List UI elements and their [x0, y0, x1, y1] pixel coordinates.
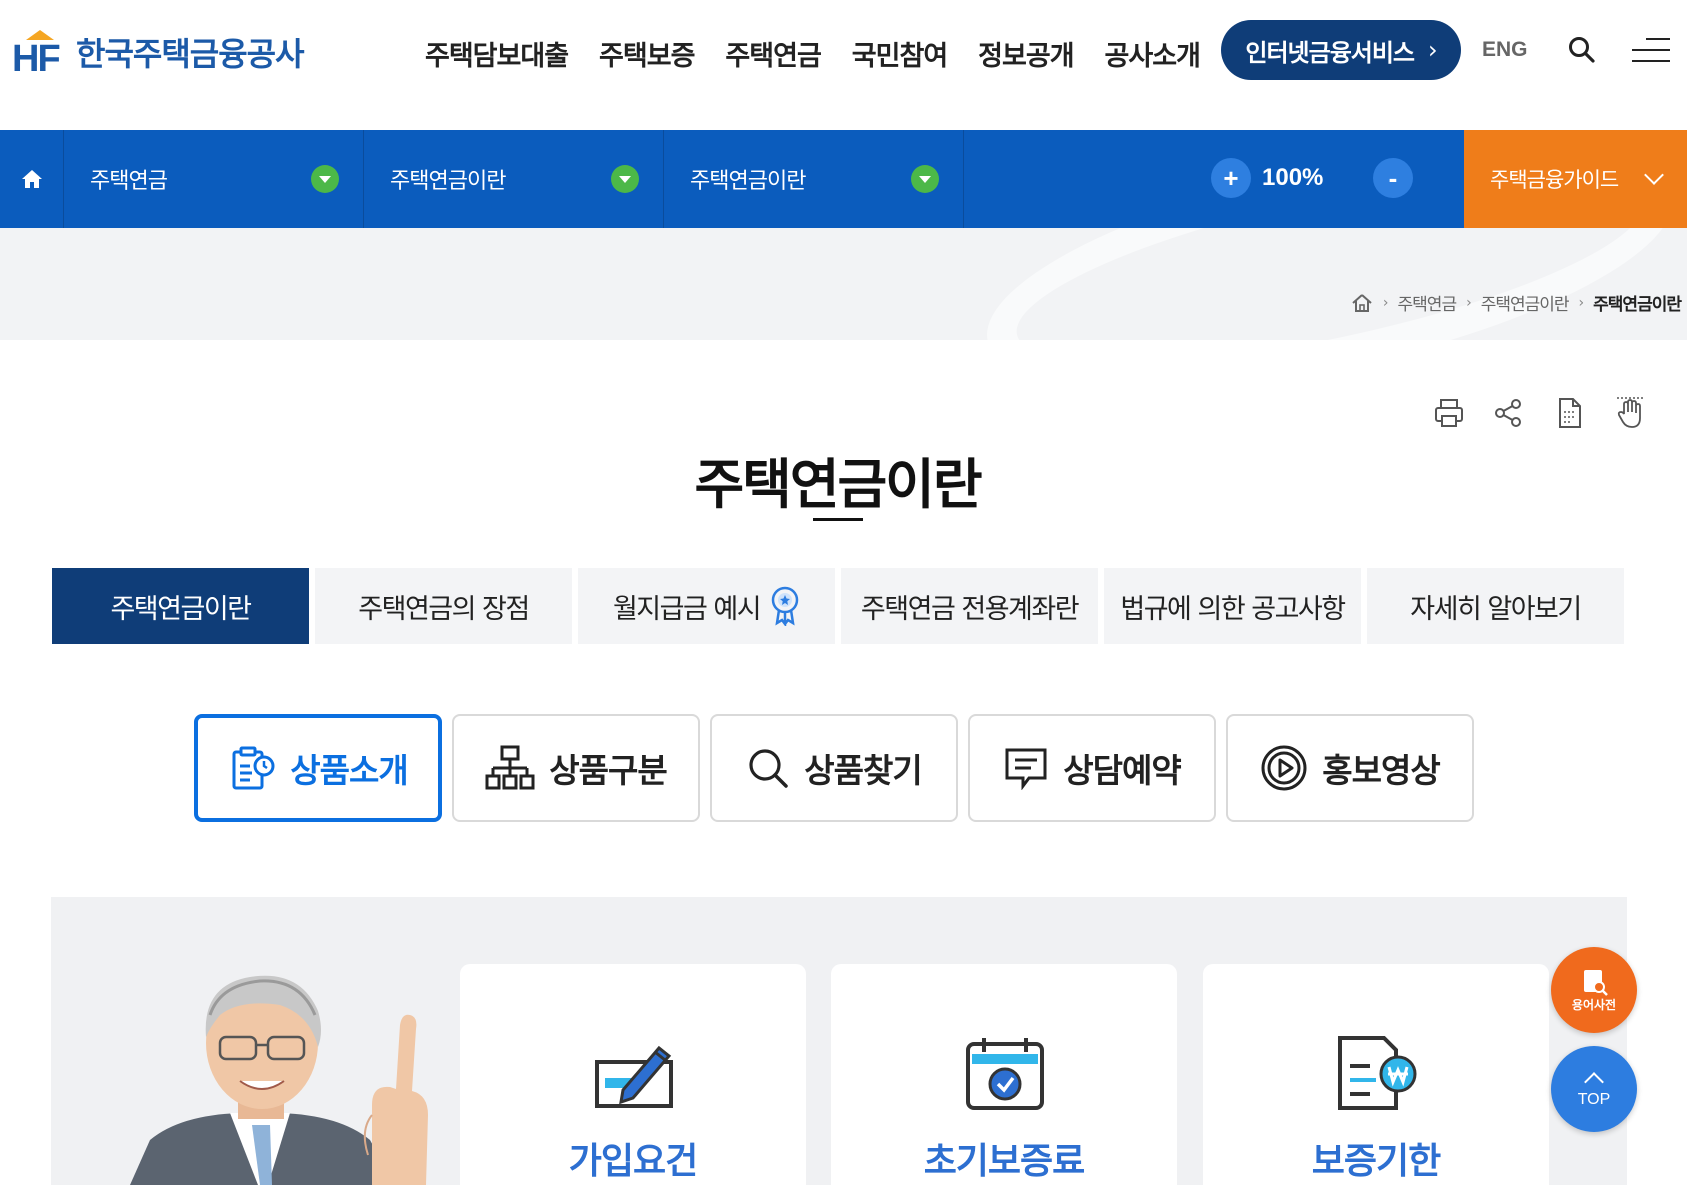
top-label: TOP [1577, 1091, 1611, 1108]
promo-video-button[interactable]: 홍보영상 [1226, 714, 1474, 822]
search-icon [749, 749, 789, 788]
product-intro-button[interactable]: 상품소개 [194, 714, 442, 822]
spokesperson-photo [130, 975, 428, 1185]
book-search-icon [1584, 969, 1608, 996]
chevron-down-icon [1644, 165, 1664, 185]
guide-label: 주택금융가이드 [1490, 168, 1619, 192]
scroll-top-button[interactable]: TOP [1551, 1046, 1637, 1132]
breadcrumb-item[interactable]: 주택연금 [1398, 290, 1458, 315]
breadcrumb-separator: › [1466, 294, 1472, 311]
tab-learn-more[interactable]: 자세히 알아보기 [1367, 568, 1624, 644]
print-icon[interactable] [1432, 396, 1466, 430]
housing-finance-guide-dropdown[interactable]: 주택금융가이드 [1464, 130, 1687, 228]
internet-service-button[interactable]: 인터넷금융서비스 › [1221, 20, 1461, 80]
depth3-dropdown[interactable]: 주택연금이란 [664, 130, 964, 228]
content-tabs: 주택연금이란 주택연금의 장점 월지급금 예시 주택연금 전용계좌란 법규에 의… [52, 568, 1624, 644]
location-bar: 주택연금 주택연금이란 주택연금이란 [0, 130, 1687, 228]
pen-document-icon [595, 1045, 673, 1108]
document-won-icon [1338, 1036, 1417, 1110]
card-guarantee-period[interactable]: 보증기한 [1203, 964, 1549, 1185]
chevron-right-icon: › [1428, 36, 1438, 64]
main-nav: 주택담보대출 주택보증 주택연금 국민참여 정보공개 공사소개 [425, 34, 1201, 73]
tab-dedicated-account[interactable]: 주택연금 전용계좌란 [841, 568, 1098, 644]
page-title: 주택연금이란 [694, 453, 982, 516]
nav-item-participation[interactable]: 국민참여 [852, 34, 948, 73]
glossary-label: 용어사전 [1571, 997, 1617, 1012]
breadcrumb-separator: › [1382, 294, 1389, 311]
nav-item-mortgage[interactable]: 주택담보대출 [425, 34, 569, 73]
depth2-dropdown[interactable]: 주택연금이란 [364, 130, 664, 228]
search-icon[interactable] [1568, 36, 1596, 64]
nav-item-guarantee[interactable]: 주택보증 [599, 34, 695, 73]
site-header: HF 한국주택금융공사 주택담보대출 주택보증 주택연금 국민참여 정보공개 공… [0, 0, 1687, 130]
message-icon [1005, 748, 1047, 790]
tab-advantages[interactable]: 주택연금의 장점 [315, 568, 572, 644]
depth1-dropdown[interactable]: 주택연금 [64, 130, 364, 228]
home-icon [21, 170, 42, 188]
sub-label: 상담예약 [1063, 751, 1181, 790]
document-clock-icon [232, 746, 275, 790]
hf-logo-mark: HF [12, 28, 66, 80]
sitemap-icon [485, 745, 535, 790]
tab-legal-notice[interactable]: 법규에 의한 공고사항 [1104, 568, 1361, 644]
nav-item-about[interactable]: 공사소개 [1105, 34, 1201, 73]
internet-service-label: 인터넷금융서비스 [1245, 38, 1415, 67]
breadcrumb-item[interactable]: 주택연금이란 [1481, 290, 1570, 315]
depth1-label: 주택연금 [90, 169, 168, 194]
depth2-label: 주택연금이란 [390, 169, 506, 194]
card-eligibility[interactable]: 가입요건 [460, 964, 806, 1185]
dropdown-arrow-icon [611, 165, 639, 193]
breadcrumb-current: 주택연금이란 [1593, 295, 1682, 315]
nav-item-pension[interactable]: 주택연금 [725, 34, 821, 73]
breadcrumb-band [0, 228, 1687, 340]
language-english-link[interactable]: ENG [1482, 38, 1528, 62]
site-logo[interactable]: HF 한국주택금융공사 [12, 28, 305, 80]
breadcrumb-separator: › [1578, 294, 1585, 311]
nav-item-disclosure[interactable]: 정보공개 [978, 34, 1074, 73]
sub-label: 상품찾기 [804, 751, 922, 790]
home-button[interactable] [0, 130, 64, 228]
share-icon[interactable] [1491, 396, 1525, 430]
zoom-in-button[interactable]: + [1211, 158, 1251, 198]
sub-label: 상품소개 [290, 751, 408, 790]
consultation-booking-button[interactable]: 상담예약 [968, 714, 1216, 822]
glossary-button[interactable]: 용어사전 [1551, 947, 1637, 1033]
tab-monthly-payment-example[interactable]: 월지급금 예시 [578, 568, 835, 644]
chevron-up-icon [1584, 1072, 1604, 1092]
zoom-level: 100% [1262, 164, 1324, 191]
award-badge-icon [771, 586, 799, 626]
play-circle-icon [1261, 745, 1307, 791]
logo-text: 한국주택금융공사 [76, 35, 305, 73]
tab-label: 월지급금 예시 [612, 593, 762, 625]
card-initial-fee[interactable]: 초기보증료 [831, 964, 1177, 1185]
sub-label: 홍보영상 [1322, 751, 1440, 790]
product-category-button[interactable]: 상품구분 [452, 714, 700, 822]
card-title: 가입요건 [568, 1141, 698, 1182]
sub-label: 상품구분 [549, 751, 667, 790]
card-title: 보증기한 [1311, 1141, 1441, 1182]
document-copy-icon[interactable] [1553, 396, 1587, 430]
touch-hand-icon[interactable] [1613, 396, 1647, 430]
title-underline [813, 518, 863, 521]
tab-what-is-pension[interactable]: 주택연금이란 [52, 568, 309, 644]
sub-menu: 상품소개 상품구분 상품찾기 상담예약 홍보영상 [194, 714, 1474, 822]
dropdown-arrow-icon [311, 165, 339, 193]
card-title: 초기보증료 [923, 1141, 1086, 1182]
home-icon[interactable] [1351, 293, 1373, 313]
product-search-button[interactable]: 상품찾기 [710, 714, 958, 822]
breadcrumb: › 주택연금 › 주택연금이란 › 주택연금이란 [1351, 290, 1682, 315]
zoom-out-button[interactable]: - [1373, 158, 1413, 198]
dropdown-arrow-icon [911, 165, 939, 193]
hamburger-menu-icon[interactable] [1632, 38, 1670, 64]
calendar-check-icon [966, 1038, 1044, 1110]
depth3-label: 주택연금이란 [690, 169, 806, 194]
